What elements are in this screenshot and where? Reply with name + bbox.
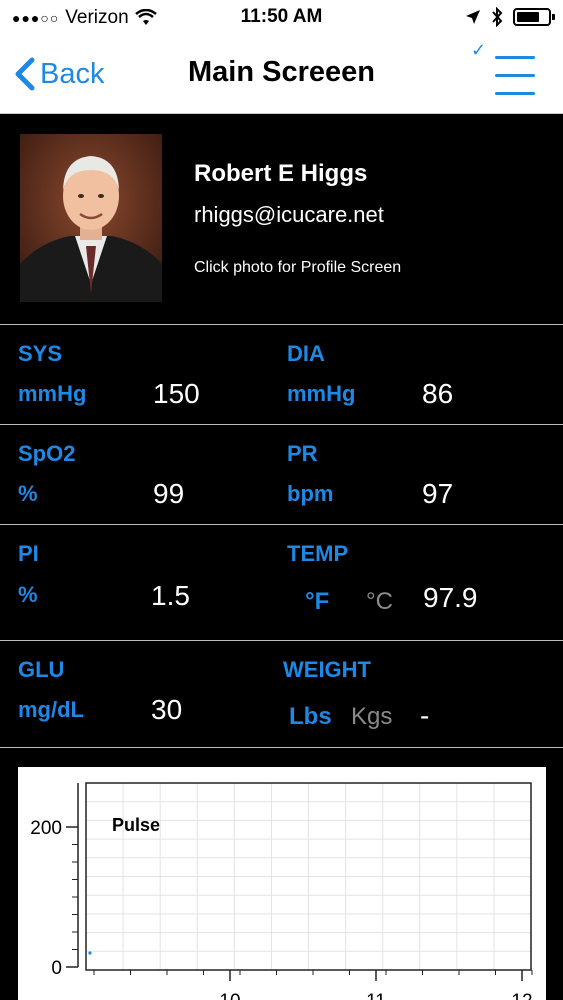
x-tick-label: 12 <box>511 991 532 1000</box>
divider <box>0 640 563 641</box>
chart-title: Pulse <box>112 815 160 835</box>
y-tick-label: 200 <box>30 818 62 839</box>
profile-hint: Click photo for Profile Screen <box>194 259 402 276</box>
dia-value: 86 <box>422 378 454 409</box>
divider <box>0 524 563 525</box>
sys-unit: mmHg <box>18 381 87 406</box>
dia-label: DIA <box>287 341 325 366</box>
pi-unit: % <box>18 582 38 607</box>
celsius-toggle[interactable]: °C <box>366 588 393 616</box>
menu-line-icon <box>495 56 535 59</box>
divider <box>0 747 563 748</box>
pr-label: PR <box>287 441 318 466</box>
weight-label: WEIGHT <box>283 657 371 682</box>
pr-unit: bpm <box>287 481 334 506</box>
x-tick-label: 10 <box>219 991 240 1000</box>
pi-label: PI <box>18 541 39 566</box>
nav-bar: Back Main Screeen ✓ <box>0 36 563 114</box>
profile-email: rhiggs@icucare.net <box>194 202 384 227</box>
x-tick-label: 11 <box>366 991 386 1000</box>
profile-photo[interactable] <box>20 134 162 302</box>
spo2-unit: % <box>18 481 38 506</box>
pr-value: 97 <box>422 478 454 509</box>
bluetooth-icon <box>492 7 503 27</box>
temp-label: TEMP <box>287 541 349 566</box>
profile-section: Robert E Higgs rhiggs@icucare.net Click … <box>0 114 563 324</box>
y-tick-label: 0 <box>51 958 62 979</box>
divider <box>0 424 563 425</box>
fahrenheit-toggle[interactable]: °F <box>305 588 329 616</box>
dia-unit: mmHg <box>287 381 356 406</box>
kgs-toggle[interactable]: Kgs <box>351 703 392 731</box>
weight-value: - <box>420 700 430 731</box>
checkmark-icon: ✓ <box>471 40 487 60</box>
chart-svg: 2000 101112 Pulse <box>30 782 533 1000</box>
divider <box>0 324 563 325</box>
pulse-chart: 2000 101112 Pulse <box>18 767 546 1000</box>
status-bar: ●●●○○ Verizon 11:50 AM <box>0 0 563 36</box>
spo2-value: 99 <box>153 478 185 509</box>
status-right <box>465 7 555 27</box>
avatar-icon <box>20 134 162 302</box>
pulse-data-point <box>88 951 92 955</box>
glu-label: GLU <box>18 657 65 682</box>
chart-grid <box>86 783 531 970</box>
pi-value: 1.5 <box>151 580 190 611</box>
temp-value: 97.9 <box>423 582 478 613</box>
menu-button[interactable]: ✓ <box>471 40 535 98</box>
chart-points <box>88 951 92 955</box>
x-ticks: 10 11 12 <box>93 970 533 1000</box>
y-ticks: 2000 <box>30 818 78 979</box>
profile-name: Robert E Higgs <box>194 160 368 187</box>
menu-line-icon <box>495 92 535 95</box>
spo2-label: SpO2 <box>18 441 76 466</box>
menu-line-icon <box>495 74 535 77</box>
glu-unit: mg/dL <box>18 697 84 722</box>
battery-icon <box>513 8 555 26</box>
glu-value: 30 <box>151 694 183 725</box>
lbs-toggle[interactable]: Lbs <box>289 703 332 731</box>
sys-value: 150 <box>153 378 200 409</box>
sys-label: SYS <box>18 341 63 366</box>
location-arrow-icon <box>466 10 480 24</box>
